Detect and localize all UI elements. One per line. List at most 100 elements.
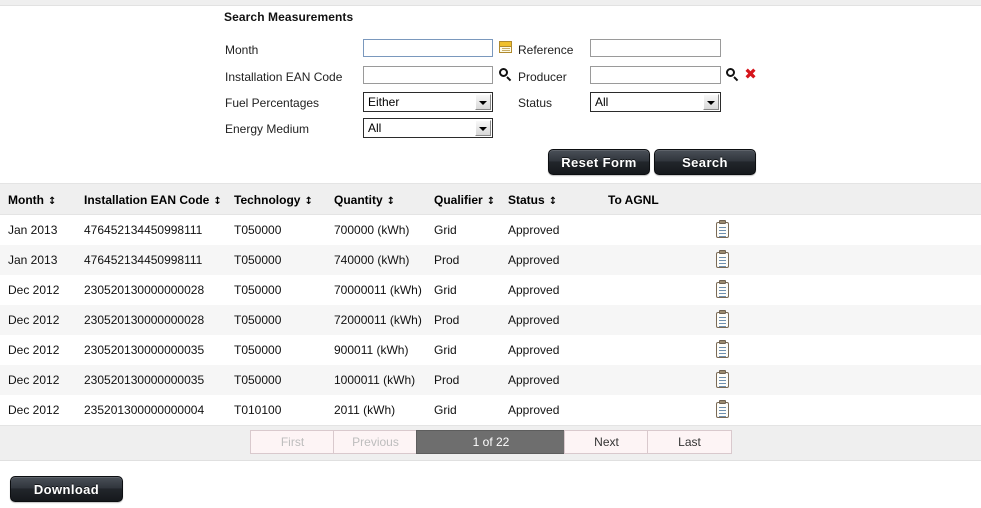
column-label-month: Month: [8, 193, 44, 207]
label-installation-ean-code: Installation EAN Code: [225, 70, 343, 84]
footer: Download: [0, 466, 981, 508]
cell-qualifier: Grid: [434, 283, 457, 297]
search-button[interactable]: Search: [654, 149, 756, 175]
cell-quantity: 1000011 (kWh): [334, 373, 416, 387]
table-row[interactable]: Jan 2013 476452134450998111 T050000 700000 …: [0, 215, 981, 245]
cell-ean: 230520130000000035: [84, 373, 205, 387]
cell-status: Approved: [508, 343, 560, 357]
cell-qualifier: Prod: [434, 253, 460, 267]
cell-technology: T050000: [234, 373, 282, 387]
column-header-qualifier[interactable]: Qualifier ↕: [434, 184, 509, 218]
cell-qualifier: Prod: [434, 373, 460, 387]
clipboard-icon[interactable]: [716, 280, 729, 298]
label-producer: Producer: [518, 70, 567, 84]
sort-icon-technology[interactable]: ↕: [304, 186, 312, 218]
clear-icon[interactable]: ✖: [744, 67, 757, 82]
pagination-previous-button[interactable]: Previous: [333, 430, 418, 454]
cell-qualifier: Grid: [434, 343, 457, 357]
producer-search-icon[interactable]: [726, 68, 740, 82]
table-row[interactable]: Jan 2013 476452134450998111 T050000 740000 …: [0, 245, 981, 275]
page-title: Search Measurements: [224, 10, 354, 24]
column-header-status[interactable]: Status ↕: [508, 184, 603, 218]
column-label-installation-ean-code: Installation EAN Code: [84, 193, 210, 207]
column-label-status: Status: [508, 193, 545, 207]
clipboard-icon[interactable]: [716, 250, 729, 268]
cell-technology: T050000: [234, 343, 282, 357]
cell-month: Jan 2013: [8, 253, 58, 267]
clipboard-icon[interactable]: [716, 400, 729, 418]
table-row[interactable]: Dec 2012 230520130000000028 T050000 7000001…: [0, 275, 981, 305]
reset-form-button[interactable]: Reset Form: [548, 149, 650, 175]
chevron-down-icon[interactable]: [703, 94, 719, 110]
sort-icon-status[interactable]: ↕: [549, 186, 557, 218]
cell-quantity: 740000 (kWh): [334, 253, 410, 267]
sort-icon-installation-ean-code[interactable]: ↕: [213, 186, 221, 218]
cell-technology: T050000: [234, 253, 282, 267]
label-energy-medium: Energy Medium: [225, 122, 310, 136]
table-body: Jan 2013 476452134450998111 T050000 700000 …: [0, 215, 981, 425]
column-label-qualifier: Qualifier: [434, 193, 483, 207]
cell-quantity: 700000 (kWh): [334, 223, 410, 237]
clipboard-icon[interactable]: [716, 310, 729, 328]
pagination-first-button[interactable]: First: [250, 430, 335, 454]
producer-input[interactable]: [590, 66, 721, 84]
search-measurements-panel: Search Measurements Month Reference Inst…: [0, 6, 981, 181]
column-header-month[interactable]: Month ↕: [8, 184, 78, 218]
cell-ean: 476452134450998111: [84, 223, 203, 237]
cell-quantity: 2011 (kWh): [334, 403, 396, 417]
table-header-row: Month ↕ Installation EAN Code ↕ Technology…: [0, 183, 981, 215]
clipboard-icon[interactable]: [716, 340, 729, 358]
clipboard-icon[interactable]: [716, 220, 729, 238]
reference-input[interactable]: [590, 39, 721, 57]
table-row[interactable]: Dec 2012 235201300000000004 T010100 2011 (k…: [0, 395, 981, 425]
cell-status: Approved: [508, 253, 560, 267]
cell-month: Jan 2013: [8, 223, 58, 237]
cell-status: Approved: [508, 283, 560, 297]
energy-medium-value: All: [368, 121, 382, 135]
label-status: Status: [518, 96, 553, 110]
download-button[interactable]: Download: [10, 476, 123, 502]
chevron-down-icon[interactable]: [475, 120, 491, 136]
cell-month: Dec 2012: [8, 403, 60, 417]
column-header-quantity[interactable]: Quantity ↕: [334, 184, 429, 218]
column-label-technology: Technology: [234, 193, 301, 207]
sort-icon-qualifier[interactable]: ↕: [487, 186, 495, 218]
cell-status: Approved: [508, 373, 560, 387]
installation-ean-code-input[interactable]: [363, 66, 493, 84]
clipboard-icon[interactable]: [716, 370, 729, 388]
table-row[interactable]: Dec 2012 230520130000000028 T050000 7200001…: [0, 305, 981, 335]
pagination-current-page: 1 of 22: [416, 430, 566, 454]
cell-technology: T050000: [234, 283, 282, 297]
status-value: All: [595, 95, 609, 109]
table-row[interactable]: Dec 2012 230520130000000035 T050000 1000011…: [0, 365, 981, 395]
month-input[interactable]: [363, 39, 493, 57]
cell-month: Dec 2012: [8, 343, 60, 357]
fuel-percentages-select[interactable]: Either: [363, 92, 493, 112]
sort-icon-month[interactable]: ↕: [48, 186, 56, 218]
cell-month: Dec 2012: [8, 313, 60, 327]
label-reference: Reference: [518, 43, 574, 57]
cell-status: Approved: [508, 313, 560, 327]
table-row[interactable]: Dec 2012 230520130000000035 T050000 900011 …: [0, 335, 981, 365]
search-icon[interactable]: [499, 68, 513, 82]
chevron-down-icon[interactable]: [475, 94, 491, 110]
cell-status: Approved: [508, 403, 560, 417]
pagination-last-button[interactable]: Last: [647, 430, 732, 454]
cell-technology: T010100: [234, 403, 282, 417]
label-month: Month: [225, 43, 259, 57]
column-header-installation-ean-code[interactable]: Installation EAN Code ↕: [84, 184, 229, 218]
cell-qualifier: Grid: [434, 223, 457, 237]
pagination-next-button[interactable]: Next: [564, 430, 649, 454]
status-select[interactable]: All: [590, 92, 721, 112]
column-label-to-agnl: To AGNL: [608, 193, 659, 207]
label-fuel-percentages: Fuel Percentages: [225, 96, 320, 110]
column-header-technology[interactable]: Technology ↕: [234, 184, 329, 218]
sort-icon-quantity[interactable]: ↕: [387, 186, 395, 218]
measurements-table: Month ↕ Installation EAN Code ↕ Technology…: [0, 183, 981, 461]
calendar-icon[interactable]: [499, 41, 512, 53]
cell-technology: T050000: [234, 223, 282, 237]
cell-ean: 230520130000000028: [84, 313, 205, 327]
energy-medium-select[interactable]: All: [363, 118, 493, 138]
cell-qualifier: Grid: [434, 403, 457, 417]
cell-month: Dec 2012: [8, 283, 60, 297]
